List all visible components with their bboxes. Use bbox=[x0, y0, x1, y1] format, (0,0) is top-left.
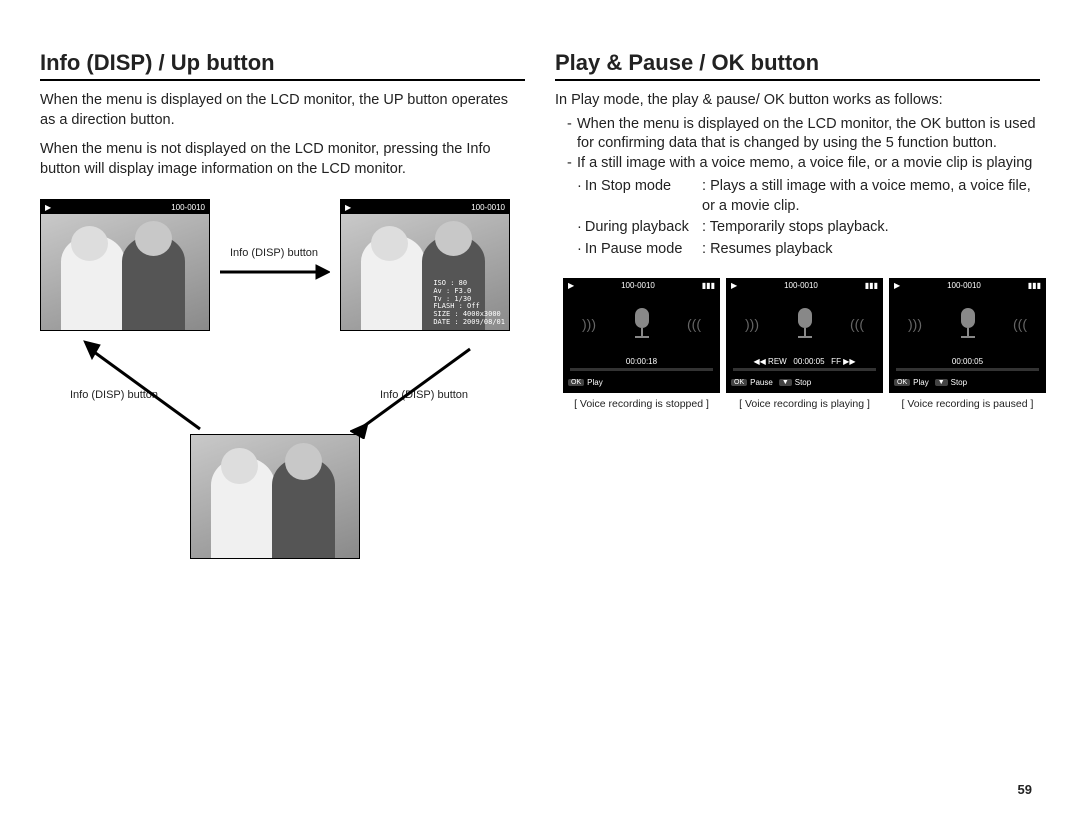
arrow-right-icon bbox=[220, 261, 330, 283]
arrow-down-right-icon bbox=[350, 339, 480, 439]
voice-shot-stopped: ▶100-0010▮▮▮ ))) ((( 00:00:18 OKPlay bbox=[563, 278, 720, 393]
shot-caption-stopped: [ Voice recording is stopped ] bbox=[574, 398, 709, 410]
arrow-down-left-icon bbox=[80, 339, 210, 439]
right-heading: Play & Pause / OK button bbox=[555, 50, 1040, 81]
right-column: Play & Pause / OK button In Play mode, t… bbox=[555, 50, 1040, 795]
lcd-plain bbox=[190, 434, 360, 559]
mic-icon bbox=[957, 308, 979, 340]
left-para-1: When the menu is displayed on the LCD mo… bbox=[40, 91, 525, 130]
shot-caption-paused: [ Voice recording is paused ] bbox=[902, 398, 1034, 410]
mode-pause: In Pause mode Resumes playback bbox=[555, 240, 1040, 260]
caption-top: Info (DISP) button bbox=[230, 247, 318, 259]
info-disp-diagram: ▶ 100-0010 ▶ 100-0010 bbox=[40, 199, 520, 619]
right-intro: In Play mode, the play & pause/ OK butto… bbox=[555, 91, 1040, 111]
mic-icon bbox=[631, 308, 653, 340]
lcd-basic: ▶ 100-0010 bbox=[40, 199, 210, 331]
lcd-info-overlay: ISO : 80 Av : F3.0 Tv : 1/30 FLASH : Off… bbox=[433, 280, 505, 326]
mode-stop: In Stop mode Plays a still image with a … bbox=[555, 177, 1040, 216]
lcd-with-info: ▶ 100-0010 ISO : 80 Av : F3.0 Tv : 1/30 … bbox=[340, 199, 510, 331]
page-number: 59 bbox=[1018, 782, 1032, 797]
right-bullet-2: If a still image with a voice memo, a vo… bbox=[567, 154, 1040, 174]
mode-playback: During playback Temporarily stops playba… bbox=[555, 218, 1040, 238]
voice-shot-paused: ▶100-0010▮▮▮ ))) ((( 00:00:05 OKPlay ▼St… bbox=[889, 278, 1046, 393]
voice-shots-row: ▶100-0010▮▮▮ ))) ((( 00:00:18 OKPlay [ V… bbox=[563, 278, 1040, 410]
right-bullet-1: When the menu is displayed on the LCD mo… bbox=[567, 115, 1040, 154]
shot-caption-playing: [ Voice recording is playing ] bbox=[739, 398, 870, 410]
left-heading: Info (DISP) / Up button bbox=[40, 50, 525, 81]
left-column: Info (DISP) / Up button When the menu is… bbox=[40, 50, 525, 795]
left-para-2: When the menu is not displayed on the LC… bbox=[40, 140, 525, 179]
mic-icon bbox=[794, 308, 816, 340]
voice-shot-playing: ▶100-0010▮▮▮ ))) ((( ◀◀ REW 00:00:05 FF … bbox=[726, 278, 883, 393]
